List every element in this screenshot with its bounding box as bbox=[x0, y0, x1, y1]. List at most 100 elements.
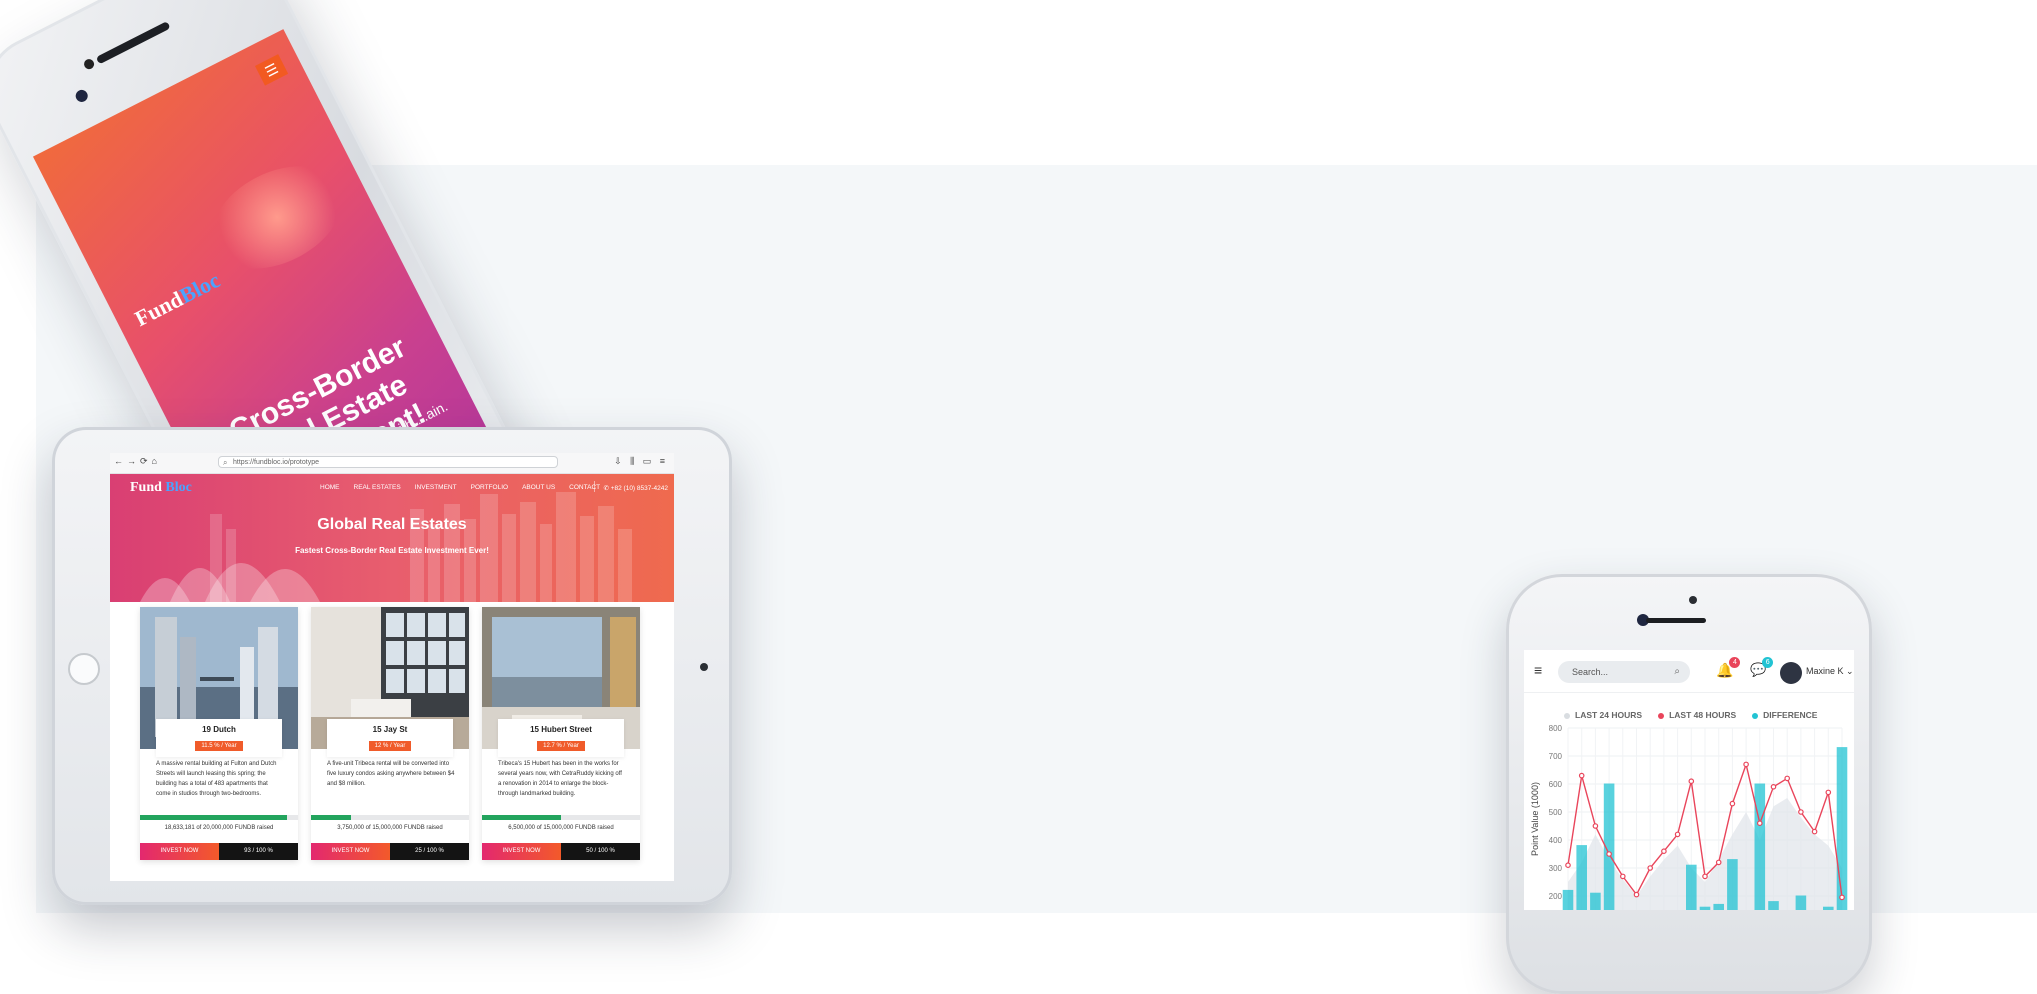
difference-bar bbox=[1713, 903, 1724, 910]
legend-dot bbox=[1752, 712, 1759, 719]
front-camera bbox=[73, 87, 90, 104]
property-title-box: 15 Hubert Street 12.7 % / Year bbox=[498, 719, 624, 757]
site-logo[interactable]: Fund Bloc bbox=[130, 480, 192, 496]
return-rate-badge: 12 % / Year bbox=[368, 741, 412, 751]
hamburger-menu-icon[interactable]: ☰ bbox=[255, 54, 289, 86]
fundbloc-logo[interactable]: FundBloc bbox=[131, 267, 225, 332]
legend-label: LAST 48 HOURS bbox=[1669, 710, 1737, 720]
message-count-badge: 6 bbox=[1762, 657, 1774, 668]
y-tick-label: 800 bbox=[1549, 724, 1563, 733]
line-point bbox=[1578, 772, 1585, 779]
hamburger-menu-icon[interactable]: ≡ bbox=[1534, 662, 1542, 678]
line-point bbox=[1811, 828, 1818, 835]
search-icon: ⌕ bbox=[223, 458, 228, 467]
cloud-graphic bbox=[194, 145, 360, 290]
nav-home[interactable]: HOME bbox=[320, 484, 340, 491]
notification-bell-icon[interactable]: 🔔 4 bbox=[1716, 657, 1741, 679]
front-camera bbox=[700, 663, 708, 671]
tablet-screen: ←→⟳⌂ ⌕ https://fundbloc.io/prototype ⇩ ⫼… bbox=[110, 453, 674, 881]
line-point bbox=[1839, 894, 1845, 901]
browser-tool-icons[interactable]: ⇩ ⫼ ▭ ≡ bbox=[614, 456, 668, 467]
messages-icon[interactable]: 💬 6 bbox=[1750, 657, 1774, 678]
difference-bar bbox=[1823, 906, 1834, 910]
search-input[interactable]: Search... ⌕ bbox=[1558, 661, 1690, 683]
funded-percentage: 93 / 100 % bbox=[219, 843, 298, 860]
line-point bbox=[1565, 862, 1571, 869]
point-value-chart: 800 700 600 500 400 300 200 Point Value (1000) bbox=[1530, 724, 1848, 910]
funds-raised: 3,750,000 of 15,000,000 FUNDB raised bbox=[337, 825, 443, 831]
line-point bbox=[1647, 865, 1654, 871]
home-button bbox=[68, 653, 100, 685]
property-title-box: 19 Dutch 11.5 % / Year bbox=[156, 719, 282, 757]
card-footer: INVEST NOW 25 / 100 % bbox=[311, 843, 469, 860]
difference-bar bbox=[1754, 783, 1766, 910]
property-name[interactable]: 19 Dutch bbox=[156, 725, 282, 734]
user-menu[interactable]: Maxine K ⌄ bbox=[1806, 666, 1854, 677]
avatar[interactable] bbox=[1780, 662, 1802, 684]
legend-item[interactable]: LAST 24 HOURS bbox=[1564, 710, 1642, 720]
line-point bbox=[1770, 784, 1777, 790]
difference-bar bbox=[1836, 747, 1848, 910]
line-point bbox=[1715, 859, 1722, 866]
logo-text-fund: Fund bbox=[130, 480, 162, 495]
browser-nav-icons[interactable]: ←→⟳⌂ bbox=[114, 456, 161, 467]
funds-raised: 18,633,181 of 20,000,000 FUNDB raised bbox=[164, 825, 274, 831]
difference-bar bbox=[1795, 895, 1807, 910]
line-point bbox=[1757, 820, 1763, 827]
line-point bbox=[1743, 761, 1749, 768]
difference-bar bbox=[1562, 889, 1574, 910]
funding-progress-bar bbox=[311, 815, 469, 820]
line-point bbox=[1729, 800, 1736, 807]
line-point bbox=[1688, 778, 1695, 785]
property-description: A massive rental building at Fulton and … bbox=[156, 761, 277, 797]
legend-label: DIFFERENCE bbox=[1763, 710, 1818, 720]
hero-title: Global Real Estates bbox=[317, 516, 467, 533]
dashboard-phone-mockup: ≡ Search... ⌕ 🔔 4 💬 6 Maxine K ⌄ LAST 24… bbox=[1506, 574, 1872, 994]
tablet-mockup: ←→⟳⌂ ⌕ https://fundbloc.io/prototype ⇩ ⫼… bbox=[52, 427, 732, 905]
line-point bbox=[1661, 848, 1667, 855]
property-name[interactable]: 15 Hubert Street bbox=[498, 725, 624, 734]
funding-progress-bar bbox=[140, 815, 298, 820]
line-point bbox=[1798, 809, 1804, 815]
phone-sensor bbox=[1689, 596, 1697, 604]
line-point bbox=[1825, 789, 1832, 796]
browser-toolbar: ←→⟳⌂ ⌕ https://fundbloc.io/prototype ⇩ ⫼… bbox=[110, 453, 674, 474]
y-tick-label: 700 bbox=[1549, 752, 1563, 761]
logo-text-bloc: Bloc bbox=[165, 480, 192, 495]
search-icon[interactable]: ⌕ bbox=[1674, 661, 1680, 683]
funded-percentage: 25 / 100 % bbox=[390, 843, 469, 860]
y-axis-label: Point Value (1000) bbox=[1530, 782, 1540, 856]
contact-phone[interactable]: ✆ +82 (10) 8537-4242 bbox=[594, 481, 668, 492]
property-name[interactable]: 15 Jay St bbox=[327, 725, 453, 734]
return-rate-badge: 11.5 % / Year bbox=[195, 741, 243, 751]
phone-speaker bbox=[1646, 618, 1706, 623]
nav-portfolio[interactable]: PORTFOLIO bbox=[471, 484, 508, 491]
city-skyline-graphic bbox=[140, 492, 632, 602]
legend-item[interactable]: LAST 48 HOURS bbox=[1658, 710, 1736, 720]
line-point bbox=[1702, 873, 1708, 880]
invest-now-button[interactable]: INVEST NOW bbox=[482, 843, 561, 860]
nav-real-estates[interactable]: REAL ESTATES bbox=[354, 484, 401, 491]
line-point bbox=[1633, 891, 1640, 898]
line-point bbox=[1620, 873, 1626, 880]
nav-investment[interactable]: INVESTMENT bbox=[415, 484, 457, 491]
invest-now-button[interactable]: INVEST NOW bbox=[311, 843, 390, 860]
line-point bbox=[1606, 851, 1612, 857]
line-point bbox=[1674, 831, 1681, 838]
legend-dot bbox=[1658, 712, 1665, 719]
address-bar[interactable]: ⌕ https://fundbloc.io/prototype bbox=[218, 456, 558, 468]
funded-percentage: 50 / 100 % bbox=[561, 843, 640, 860]
nav-about-us[interactable]: ABOUT US bbox=[522, 484, 555, 491]
line-point bbox=[1592, 823, 1599, 829]
property-card: 15 Jay St 12 % / Year A five-unit Tribec… bbox=[311, 607, 469, 860]
card-footer: INVEST NOW 50 / 100 % bbox=[482, 843, 640, 860]
funds-raised: 6,500,000 of 15,000,000 FUNDB raised bbox=[508, 825, 614, 831]
invest-now-button[interactable]: INVEST NOW bbox=[140, 843, 219, 860]
funding-progress-bar bbox=[482, 815, 640, 820]
progress-fill bbox=[482, 815, 561, 820]
hero-subtitle: Fastest Cross-Border Real Estate Investm… bbox=[295, 546, 489, 555]
search-placeholder: Search... bbox=[1572, 667, 1609, 677]
line-point bbox=[1784, 775, 1791, 782]
legend-item[interactable]: DIFFERENCE bbox=[1752, 710, 1817, 720]
chart-legend: LAST 24 HOURS LAST 48 HOURS DIFFERENCE bbox=[1564, 710, 1817, 720]
